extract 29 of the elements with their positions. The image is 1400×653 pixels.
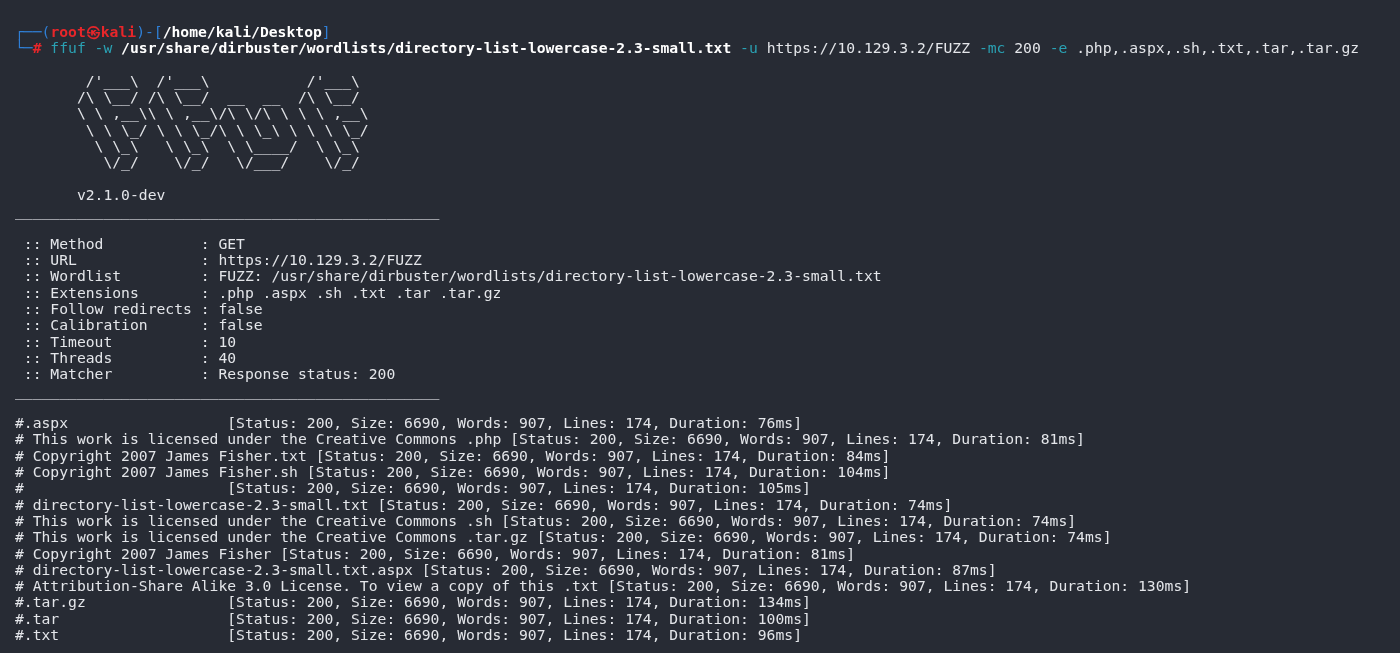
result-line: # This work is licensed under the Creative Commons .php [Status: 200, Size: 6690, Words: 907, Lines: 174, Duration: 81ms]	[15, 431, 1085, 448]
result-line: # This work is licensed under the Creative Commons .sh [Status: 200, Size: 6690, Words: 907, Lines: 174, Duration: 74ms]	[15, 512, 1077, 530]
prompt-line: ┌──(root㉿kali)-[/home/kali/Desktop]	[15, 24, 331, 40]
setting-line: :: Wordlist : FUZZ: /usr/share/dirbuster/wordlists/directory-list-lowercase-2.3-small.txt	[22, 268, 882, 285]
setting-line: :: Matcher : Response status: 200	[22, 366, 396, 383]
result-line: # Copyright 2007 James Fisher [Status: 200, Size: 6690, Words: 907, Lines: 174, Duration: 81ms]	[15, 545, 856, 562]
result-line: # [Status: 200, Size: 6690, Words: 907, Lines: 174, Duration: 105ms]	[15, 480, 811, 497]
setting-line: :: Timeout : 10	[22, 333, 237, 350]
version-text: v2.1.0-dev	[75, 186, 166, 204]
result-line: #.tar [Status: 200, Size: 6690, Words: 907, Lines: 174, Duration: 100ms]	[15, 610, 811, 627]
result-line: # Attribution-Share Alike 3.0 License. To view a copy of this .txt [Status: 200, Size: 6690, Words: 907, Lines: 174, Duration: 130ms]	[15, 578, 1192, 595]
result-line: #.txt [Status: 200, Size: 6690, Words: 907, Lines: 174, Duration: 96ms]	[15, 627, 802, 644]
result-line: # Copyright 2007 James Fisher.sh [Status: 200, Size: 6690, Words: 907, Lines: 174, Duration: 104ms]	[15, 464, 891, 481]
setting-line: :: Calibration : false	[22, 317, 263, 334]
result-line: # Copyright 2007 James Fisher.txt [Status: 200, Size: 6690, Words: 907, Lines: 174, Duration: 84ms]	[15, 447, 891, 464]
setting-line: :: Threads : 40	[22, 349, 237, 367]
setting-line: :: Follow redirects : false	[22, 301, 263, 318]
separator-text: ________________________________________________	[15, 203, 440, 220]
ascii-art-text: /'___\ /'___\ /'___\ /\ \__/ /\ \__/ __ __ /\ \__/ \ \ ,__\\ \ ,__\/\ \/\ \ \ \ ,__\ \ \ \_/ \ \ \_/\ \ \_\ \ \ \ \_/ \ \_\ \ \_\ \ \____/ \ \_\ \/_/ \/_/ \/___/ \/_/	[75, 72, 369, 171]
command-line: └─# ffuf -w /usr/share/dirbuster/wordlists/directory-list-lowercase-2.3-small.txt -u https://10.129.3.2/FUZZ -mc 200 -e .php,.aspx,.sh,.txt,.tar,.tar.gz	[15, 40, 1360, 57]
result-line: # directory-list-lowercase-2.3-small.txt.aspx [Status: 200, Size: 6690, Words: 907, Lines: 174, Duration: 87ms]	[15, 561, 997, 579]
result-line: #.aspx [Status: 200, Size: 6690, Words: 907, Lines: 174, Duration: 76ms]	[15, 415, 802, 432]
result-line: # This work is licensed under the Creative Commons .tar.gz [Status: 200, Size: 6690, Words: 907, Lines: 174, Duration: 74ms]	[15, 529, 1112, 546]
separator-text: ________________________________________________	[15, 382, 440, 399]
setting-line: :: Method : GET	[22, 235, 245, 253]
result-line: # directory-list-lowercase-2.3-small.txt [Status: 200, Size: 6690, Words: 907, Lines: 174, Duration: 74ms]	[15, 496, 953, 513]
setting-line: :: URL : https://10.129.3.2/FUZZ	[22, 252, 422, 269]
result-line: #.tar.gz [Status: 200, Size: 6690, Words: 907, Lines: 174, Duration: 134ms]	[15, 594, 811, 611]
setting-line: :: Extensions : .php .aspx .sh .txt .tar .tar.gz	[22, 284, 502, 302]
